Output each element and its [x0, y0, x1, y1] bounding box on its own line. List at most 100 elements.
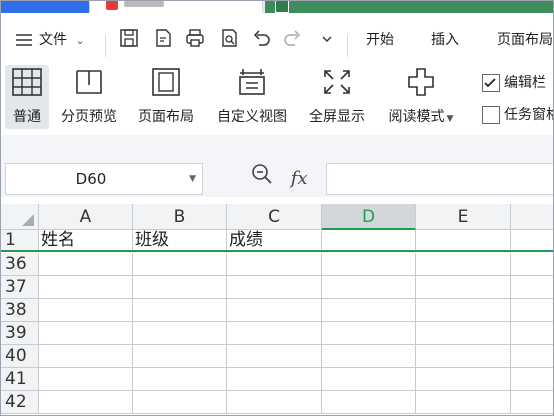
- hamburger-icon[interactable]: [15, 13, 33, 57]
- cell-d-row[interactable]: [322, 299, 416, 322]
- normal-view-label: 普通: [13, 109, 41, 125]
- zoom-search-icon[interactable]: [251, 163, 273, 195]
- fx-icon[interactable]: fx: [291, 168, 308, 189]
- cell-a-row[interactable]: [39, 322, 133, 345]
- spreadsheet-grid: A B C D E 1 姓名 班级 成绩 36 37 38 39 40 41 42: [1, 201, 553, 415]
- cell-e-row[interactable]: [416, 276, 511, 299]
- task-pane-checkbox[interactable]: [482, 106, 500, 124]
- select-all-icon: [22, 214, 34, 226]
- column-header-e[interactable]: E: [416, 204, 511, 230]
- cell-f-row[interactable]: [511, 299, 553, 322]
- cell-f-row[interactable]: [511, 322, 553, 345]
- cell-e-row[interactable]: [416, 322, 511, 345]
- cell-d-row[interactable]: [322, 345, 416, 368]
- cell-b-row[interactable]: [133, 299, 227, 322]
- tab-home[interactable]: [1, 1, 89, 13]
- row-header[interactable]: 37: [1, 276, 39, 299]
- cell-d-row[interactable]: [322, 253, 416, 276]
- cell-b-row[interactable]: [133, 368, 227, 391]
- cell-a-row[interactable]: [39, 276, 133, 299]
- cell-c1[interactable]: 成绩: [227, 230, 322, 251]
- column-header-b[interactable]: B: [133, 204, 227, 230]
- cell-d1[interactable]: [322, 230, 416, 251]
- cell-a-row[interactable]: [39, 253, 133, 276]
- row-header[interactable]: 42: [1, 391, 39, 414]
- cell-a1[interactable]: 姓名: [39, 230, 133, 251]
- custom-view-button[interactable]: 自定义视图: [211, 65, 293, 129]
- cell-c-row[interactable]: [227, 322, 322, 345]
- row-header[interactable]: 36: [1, 253, 39, 276]
- print-icon[interactable]: [185, 27, 205, 51]
- cell-e-row[interactable]: [416, 368, 511, 391]
- tab-spreadsheet[interactable]: [265, 1, 553, 13]
- cell-d-row[interactable]: [322, 276, 416, 299]
- file-menu-label: 文件: [39, 32, 67, 48]
- select-all-corner[interactable]: [1, 204, 39, 230]
- cell-a-row[interactable]: [39, 368, 133, 391]
- column-header-a[interactable]: A: [39, 204, 133, 230]
- cell-e-row[interactable]: [416, 253, 511, 276]
- cell-e-row[interactable]: [416, 299, 511, 322]
- formula-tools: fx: [251, 163, 308, 195]
- cell-b-row[interactable]: [133, 322, 227, 345]
- column-header-f[interactable]: [511, 204, 553, 230]
- export-pdf-icon[interactable]: [153, 27, 173, 51]
- customize-chevron-icon[interactable]: [317, 27, 337, 51]
- undo-icon[interactable]: [251, 27, 271, 51]
- dropdown-arrow-icon[interactable]: ▼: [189, 164, 196, 194]
- cell-c-row[interactable]: [227, 368, 322, 391]
- cell-f-row[interactable]: [511, 345, 553, 368]
- row-header[interactable]: 38: [1, 299, 39, 322]
- cell-b-row[interactable]: [133, 391, 227, 414]
- row-header[interactable]: 40: [1, 345, 39, 368]
- cell-c-row[interactable]: [227, 299, 322, 322]
- cell-b-row[interactable]: [133, 345, 227, 368]
- cell-e-row[interactable]: [416, 345, 511, 368]
- formula-bar-checkbox[interactable]: [482, 74, 500, 92]
- cell-e1[interactable]: [416, 230, 511, 251]
- cell-d-row[interactable]: [322, 391, 416, 414]
- full-screen-button[interactable]: 全屏显示: [303, 65, 371, 129]
- formula-input[interactable]: [326, 163, 553, 195]
- page-break-preview-button[interactable]: 分页预览: [57, 65, 121, 129]
- normal-view-button[interactable]: 普通: [5, 65, 49, 129]
- cell-a-row[interactable]: [39, 345, 133, 368]
- print-preview-icon[interactable]: [219, 27, 239, 51]
- cell-b-row[interactable]: [133, 276, 227, 299]
- name-box[interactable]: D60 ▼: [5, 163, 203, 195]
- cell-f-row[interactable]: [511, 253, 553, 276]
- reading-mode-button[interactable]: 阅读模式 ▼: [381, 65, 461, 129]
- cell-d-row[interactable]: [322, 322, 416, 345]
- cell-c-row[interactable]: [227, 345, 322, 368]
- custom-view-icon: [211, 65, 293, 99]
- cell-f1[interactable]: [511, 230, 553, 251]
- file-menu[interactable]: 文件 ⌄: [39, 13, 85, 57]
- row-header[interactable]: 41: [1, 368, 39, 391]
- cell-a-row[interactable]: [39, 391, 133, 414]
- cell-b-row[interactable]: [133, 253, 227, 276]
- redo-icon[interactable]: [283, 27, 303, 51]
- cell-d-row[interactable]: [322, 368, 416, 391]
- page-layout-view-button[interactable]: 页面布局: [134, 65, 198, 129]
- tab-page-layout[interactable]: 页面布局: [497, 13, 553, 57]
- column-header-d[interactable]: D: [322, 204, 416, 230]
- tab-document[interactable]: [89, 1, 263, 13]
- cell-b1[interactable]: 班级: [133, 230, 227, 251]
- cell-c-row[interactable]: [227, 253, 322, 276]
- tab-insert[interactable]: 插入: [431, 13, 459, 57]
- cell-c-row[interactable]: [227, 391, 322, 414]
- cell-c-row[interactable]: [227, 276, 322, 299]
- menu-bar: 文件 ⌄ 开始 插入 页面布局: [1, 13, 553, 57]
- cell-f-row[interactable]: [511, 391, 553, 414]
- cell-a-row[interactable]: [39, 299, 133, 322]
- row-header[interactable]: 39: [1, 322, 39, 345]
- cell-f-row[interactable]: [511, 276, 553, 299]
- tab-start[interactable]: 开始: [366, 13, 394, 57]
- cell-f-row[interactable]: [511, 368, 553, 391]
- pdf-icon: [106, 1, 118, 10]
- row-header-1[interactable]: 1: [1, 230, 39, 251]
- page-break-preview-label: 分页预览: [61, 109, 117, 125]
- save-icon[interactable]: [119, 27, 139, 51]
- column-header-c[interactable]: C: [227, 204, 322, 230]
- cell-e-row[interactable]: [416, 391, 511, 414]
